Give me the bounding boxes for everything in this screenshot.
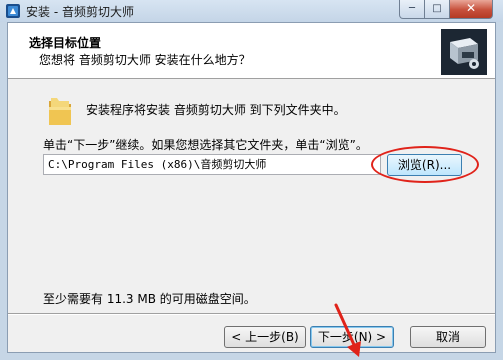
maximize-button[interactable]: □ [424, 0, 450, 19]
page-subtitle: 您想将 音频剪切大师 安装在什么地方？ [39, 53, 251, 67]
installer-window: 安装 - 音频剪切大师 ─ □ ✕ 选择目标位置 您想将 音频剪切大师 安装在什… [0, 0, 503, 360]
page-title: 选择目标位置 [29, 36, 102, 50]
title-bar[interactable]: 安装 - 音频剪切大师 ─ □ ✕ [0, 0, 503, 22]
instruction-text: 单击“下一步”继续。如果您想选择其它文件夹，单击“浏览”。 [43, 138, 368, 152]
disk-space-requirement: 至少需要有 11.3 MB 的可用磁盘空间。 [43, 292, 256, 306]
cancel-button[interactable]: 取消 [410, 326, 486, 348]
annotation-circle [371, 146, 479, 183]
annotation-arrow-icon [334, 303, 361, 357]
setup-logo-icon [441, 29, 487, 75]
install-path-input[interactable]: C:\Program Files (x86)\音频剪切大师 [43, 154, 381, 175]
window-title: 安装 - 音频剪切大师 [26, 5, 134, 19]
close-button[interactable]: ✕ [449, 0, 493, 19]
folder-icon [49, 98, 71, 125]
wizard-page: 选择目标位置 您想将 音频剪切大师 安装在什么地方？ 安装程序将安装 音频剪切大… [7, 22, 496, 357]
wizard-header: 选择目标位置 您想将 音频剪切大师 安装在什么地方？ [8, 23, 495, 79]
minimize-button[interactable]: ─ [399, 0, 425, 19]
divider [8, 313, 495, 315]
app-icon [6, 4, 20, 18]
back-button[interactable]: < 上一步(B) [224, 326, 306, 348]
destination-message: 安装程序将安装 音频剪切大师 到下列文件夹中。 [86, 103, 346, 117]
